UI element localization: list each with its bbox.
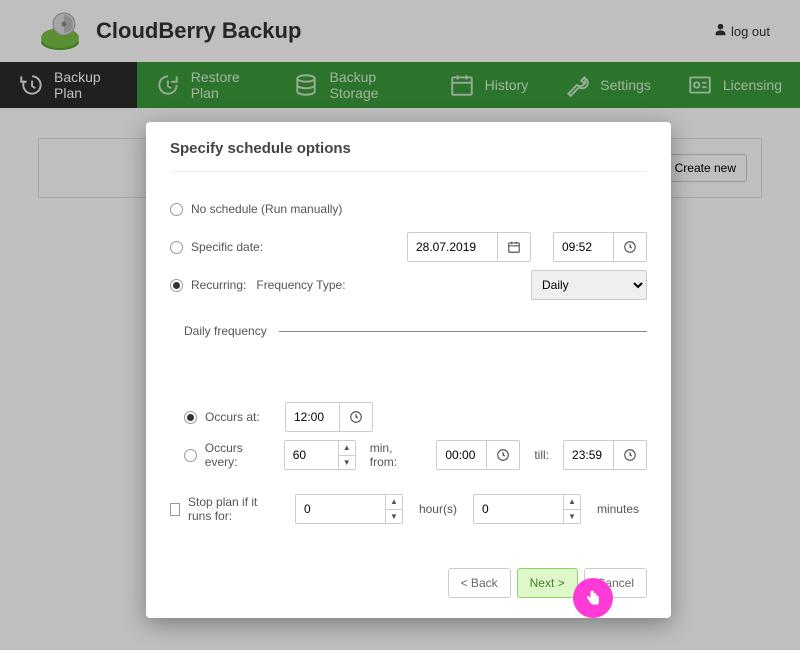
clock-icon <box>623 448 637 462</box>
radio-recurring[interactable] <box>170 279 183 292</box>
till-label: till: <box>534 448 549 462</box>
spinner-up-button[interactable]: ▲ <box>339 441 355 456</box>
from-time-group <box>436 440 520 470</box>
option-occurs-at: Occurs at: <box>170 398 647 436</box>
option-label: Occurs at: <box>205 410 277 424</box>
spinner-buttons: ▲ ▼ <box>563 494 581 524</box>
frequency-type-select[interactable]: Daily <box>531 270 647 300</box>
option-specific-date: Specific date: <box>170 228 647 266</box>
divider <box>279 331 647 332</box>
option-recurring: Recurring: Frequency Type: Daily <box>170 266 647 304</box>
pointer-icon <box>583 588 603 608</box>
occurs-at-time-group <box>285 402 373 432</box>
option-label: Occurs every: <box>205 441 276 469</box>
spinner-buttons: ▲ ▼ <box>338 440 356 470</box>
cursor-indicator <box>573 578 613 618</box>
clock-icon <box>496 448 510 462</box>
option-stop-plan: Stop plan if it runs for: ▲ ▼ hour(s) ▲ … <box>170 490 647 528</box>
time-picker-button[interactable] <box>613 440 647 470</box>
back-button[interactable]: < Back <box>448 568 511 598</box>
clock-icon <box>623 240 637 254</box>
option-label: Recurring: <box>191 278 246 292</box>
spinner-down-button[interactable]: ▼ <box>564 510 580 524</box>
occurs-every-input[interactable] <box>284 440 338 470</box>
hours-input[interactable] <box>295 494 385 524</box>
till-time-group <box>563 440 647 470</box>
checkbox-stop-plan[interactable] <box>170 503 180 516</box>
schedule-options-dialog: Specify schedule options No schedule (Ru… <box>146 122 671 618</box>
time-input[interactable] <box>553 232 613 262</box>
time-picker-button[interactable] <box>486 440 520 470</box>
from-time-input[interactable] <box>436 440 486 470</box>
minutes-input[interactable] <box>473 494 563 524</box>
dialog-title: Specify schedule options <box>170 140 647 172</box>
daily-frequency-options: Occurs at: Occurs every: ▲ ▼ <box>170 398 647 528</box>
frequency-type-label: Frequency Type: <box>256 278 345 292</box>
option-no-schedule: No schedule (Run manually) <box>170 190 647 228</box>
spinner-down-button[interactable]: ▼ <box>339 456 355 470</box>
option-label: Specific date: <box>191 240 263 254</box>
calendar-button[interactable] <box>497 232 531 262</box>
radio-occurs-every[interactable] <box>184 449 197 462</box>
clock-icon <box>349 410 363 424</box>
schedule-options: No schedule (Run manually) Specific date… <box>170 172 647 528</box>
date-input[interactable] <box>407 232 497 262</box>
option-label: Stop plan if it runs for: <box>188 495 273 523</box>
occurs-every-spinner: ▲ ▼ <box>284 440 356 470</box>
date-input-group <box>407 232 531 262</box>
till-time-input[interactable] <box>563 440 613 470</box>
occurs-at-time-input[interactable] <box>285 402 339 432</box>
spinner-up-button[interactable]: ▲ <box>564 495 580 510</box>
time-input-group <box>553 232 647 262</box>
hours-unit: hour(s) <box>419 502 457 516</box>
spinner-up-button[interactable]: ▲ <box>386 495 402 510</box>
spinner-buttons: ▲ ▼ <box>385 494 403 524</box>
minutes-unit: minutes <box>597 502 639 516</box>
radio-no-schedule[interactable] <box>170 203 183 216</box>
time-picker-button[interactable] <box>613 232 647 262</box>
daily-frequency-header: Daily frequency <box>184 324 647 338</box>
calendar-icon <box>507 240 521 254</box>
radio-specific-date[interactable] <box>170 241 183 254</box>
time-picker-button[interactable] <box>339 402 373 432</box>
minutes-spinner: ▲ ▼ <box>473 494 581 524</box>
next-button[interactable]: Next > <box>517 568 578 598</box>
option-occurs-every: Occurs every: ▲ ▼ min, from: till: <box>170 436 647 474</box>
spinner-down-button[interactable]: ▼ <box>386 510 402 524</box>
radio-occurs-at[interactable] <box>184 411 197 424</box>
occurs-every-unit: min, from: <box>370 441 423 469</box>
option-label: No schedule (Run manually) <box>191 202 342 216</box>
hours-spinner: ▲ ▼ <box>295 494 403 524</box>
